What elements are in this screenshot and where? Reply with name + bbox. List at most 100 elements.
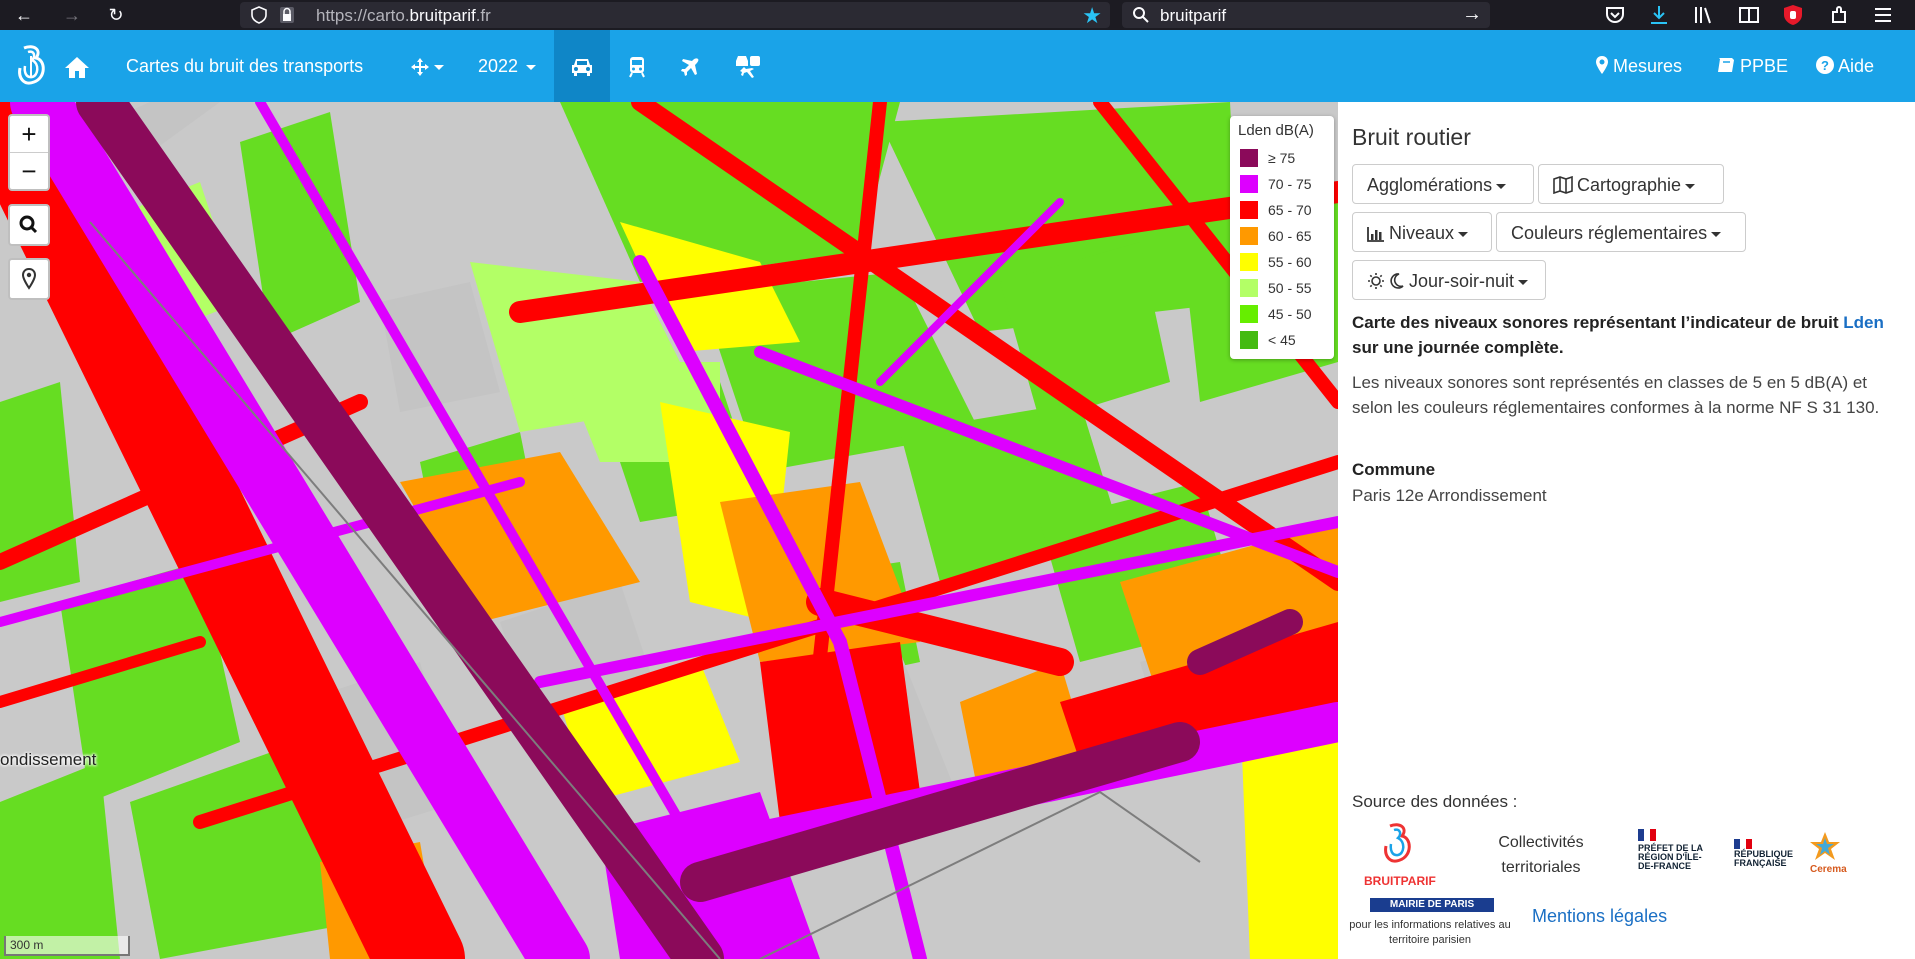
menu-icon[interactable] xyxy=(1872,4,1894,26)
pocket-icon[interactable] xyxy=(1604,4,1626,26)
downloads-icon[interactable] xyxy=(1648,4,1670,26)
info-panel: Bruit routier Agglomérations Cartographi… xyxy=(1338,102,1915,959)
legend-swatch xyxy=(1240,253,1258,271)
collectivites-text: Collectivités territoriales xyxy=(1498,834,1584,876)
agglomerations-dropdown[interactable]: Agglomérations xyxy=(1352,164,1534,204)
legend-item: 50 - 55 xyxy=(1236,275,1328,301)
locate-button[interactable] xyxy=(8,258,50,300)
legend-label: 55 - 60 xyxy=(1268,254,1312,270)
ppbe-link[interactable]: PPBE xyxy=(1717,30,1788,102)
map-legend: Lden dB(A) ≥ 75 70 - 75 65 - 70 60 - 65 55 -… xyxy=(1230,116,1334,359)
mentions-legales-link[interactable]: Mentions légales xyxy=(1532,906,1667,927)
legend-label: 45 - 50 xyxy=(1268,306,1312,322)
year-dropdown[interactable]: 2022 xyxy=(478,30,537,102)
library-icon[interactable] xyxy=(1692,4,1714,26)
lden-link[interactable]: Lden xyxy=(1843,313,1884,332)
train-icon xyxy=(629,57,645,78)
car-icon xyxy=(572,59,592,77)
prefet-logo-text: PRÉFET DE LA RÉGION D'ÎLE-DE-FRANCE xyxy=(1638,843,1703,871)
search-bar[interactable]: bruitparif → xyxy=(1122,2,1490,28)
bookmark-star-icon[interactable]: ★ xyxy=(1082,3,1102,29)
commune-label: Commune xyxy=(1352,460,1436,479)
district-label: ondissement xyxy=(0,750,97,769)
multi-exposure-icon xyxy=(736,56,760,79)
prefet-logo[interactable]: PRÉFET DE LA RÉGION D'ÎLE-DE-FRANCE xyxy=(1638,828,1714,880)
legend-swatch xyxy=(1240,279,1258,297)
cerema-logo-text: Cerema xyxy=(1810,864,1847,875)
legend-swatch xyxy=(1240,331,1258,349)
scale-bar: 300 m xyxy=(4,936,130,956)
legend-swatch xyxy=(1240,175,1258,193)
republique-logo[interactable]: RÉPUBLIQUE FRANÇAISE xyxy=(1734,836,1794,882)
bruitparif-source-logo[interactable]: BRUITPARIF xyxy=(1358,822,1438,888)
legend-label: 65 - 70 xyxy=(1268,202,1312,218)
periode-dropdown[interactable]: Jour-soir-nuit xyxy=(1352,260,1546,300)
legend-item: 70 - 75 xyxy=(1236,171,1328,197)
map-description-title: Carte des niveaux sonores représentant l… xyxy=(1352,313,1884,357)
home-icon xyxy=(65,57,89,79)
cerema-star-icon xyxy=(1810,832,1840,860)
legend-item: 60 - 65 xyxy=(1236,223,1328,249)
mairie-de-paris-logo[interactable]: MAIRIE DE PARIS pour les informations re… xyxy=(1346,898,1514,954)
republique-logo-text: RÉPUBLIQUE FRANÇAISE xyxy=(1734,849,1794,868)
cerema-logo[interactable]: Cerema xyxy=(1800,830,1850,880)
zoom-control: + − xyxy=(8,114,50,191)
tab-multi[interactable] xyxy=(734,30,762,102)
legend-item: ≥ 75 xyxy=(1236,145,1328,171)
legend-label: < 45 xyxy=(1268,332,1296,348)
pan-dropdown[interactable] xyxy=(410,30,444,102)
map-description: Les niveaux sonores sont représentés en … xyxy=(1352,373,1880,417)
search-query: bruitparif xyxy=(1160,6,1227,25)
help-circle-icon: ? xyxy=(1816,56,1834,74)
bruitparif-logo[interactable] xyxy=(12,42,52,92)
legend-item: < 45 xyxy=(1236,327,1328,353)
zoom-in-button[interactable]: + xyxy=(10,116,48,152)
zoom-out-button[interactable]: − xyxy=(10,152,48,189)
bar-chart-icon xyxy=(1367,227,1384,242)
legend-label: ≥ 75 xyxy=(1268,150,1296,166)
legend-swatch xyxy=(1240,149,1258,167)
app-navbar: Cartes du bruit des transports 2022 Mesu… xyxy=(0,30,1915,102)
lock-icon xyxy=(280,7,294,23)
map-search-button[interactable] xyxy=(8,204,50,246)
legend-title: Lden dB(A) xyxy=(1238,122,1314,139)
noise-map-layer[interactable] xyxy=(0,102,1338,959)
marianne-flag-icon xyxy=(1638,829,1656,841)
tab-air[interactable] xyxy=(680,30,700,102)
search-go-icon[interactable]: → xyxy=(1462,3,1482,26)
cartographie-dropdown[interactable]: Cartographie xyxy=(1538,164,1724,204)
couleurs-dropdown[interactable]: Couleurs réglementaires xyxy=(1496,212,1746,252)
extensions-icon[interactable] xyxy=(1828,4,1850,26)
reader-view-icon[interactable] xyxy=(1738,4,1760,26)
legend-item: 55 - 60 xyxy=(1236,249,1328,275)
map-marker-icon xyxy=(21,267,37,290)
legend-label: 50 - 55 xyxy=(1268,280,1312,296)
app-title[interactable]: Cartes du bruit des transports xyxy=(126,30,363,102)
tab-road[interactable] xyxy=(554,30,610,102)
back-icon[interactable]: ← xyxy=(12,3,36,27)
moon-icon xyxy=(1390,273,1404,289)
shield-icon xyxy=(251,6,267,24)
map-icon xyxy=(1553,175,1573,195)
home-button[interactable] xyxy=(64,30,94,102)
legend-item: 65 - 70 xyxy=(1236,197,1328,223)
commune-value: Paris 12e Arrondissement xyxy=(1352,486,1547,505)
mesures-link[interactable]: Mesures xyxy=(1596,30,1682,102)
ublock-icon[interactable] xyxy=(1782,4,1804,26)
noise-map[interactable]: + − Lden dB(A) ≥ 75 70 - 75 65 - 70 60 - 65… xyxy=(0,102,1338,959)
reload-icon[interactable]: ↻ xyxy=(104,3,128,27)
address-bar[interactable]: https://carto.bruitparif.fr ★ xyxy=(240,2,1110,28)
niveaux-dropdown[interactable]: Niveaux xyxy=(1352,212,1492,252)
legend-swatch xyxy=(1240,305,1258,323)
aide-link[interactable]: ? Aide xyxy=(1816,30,1874,102)
legend-item: 45 - 50 xyxy=(1236,301,1328,327)
bruitparif-logo-text: BRUITPARIF xyxy=(1364,874,1436,888)
search-icon xyxy=(19,215,38,234)
marianne-flag-icon xyxy=(1734,839,1752,849)
url-text: https://carto.bruitparif.fr xyxy=(316,6,491,25)
legend-label: 60 - 65 xyxy=(1268,228,1312,244)
forward-icon[interactable]: → xyxy=(60,3,84,27)
tab-rail[interactable] xyxy=(628,30,646,102)
search-icon xyxy=(1133,7,1149,23)
plane-icon xyxy=(681,58,699,77)
